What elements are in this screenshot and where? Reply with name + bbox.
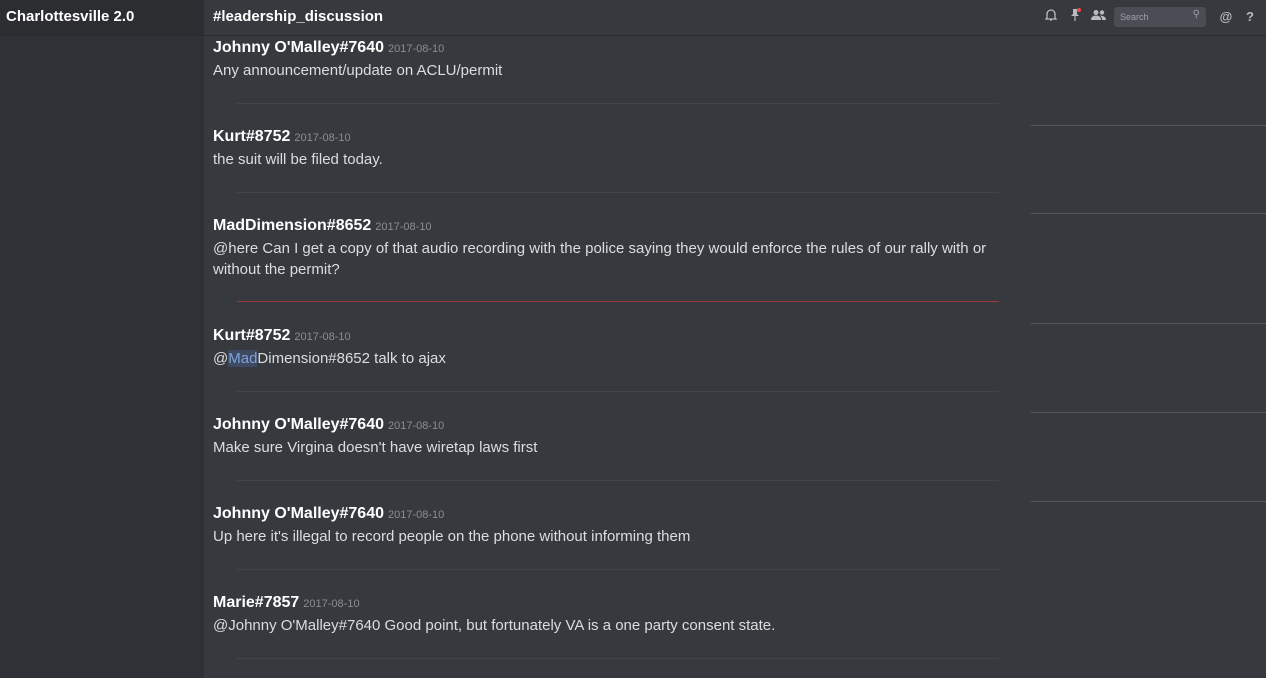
message-author[interactable]: Kurt#8752 (213, 327, 290, 344)
message-divider (237, 569, 999, 570)
message-timestamp: 2017-08-10 (294, 331, 351, 343)
message-author[interactable]: MadDimension#8652 (213, 217, 371, 234)
panel-divider (1031, 323, 1266, 324)
message-author[interactable]: Johnny O'Malley#7640 (213, 416, 384, 433)
pin-icon[interactable] (1066, 8, 1084, 26)
message-divider (237, 103, 999, 104)
server-name[interactable]: Charlottesville 2.0 (0, 0, 204, 36)
message-timestamp: 2017-08-10 (388, 43, 445, 55)
message-author[interactable]: Marie#7857 (213, 594, 299, 611)
message[interactable]: Marie#7857 2017-08-10 @Johnny O'Malley#76… (213, 591, 1028, 671)
message-text: @MadDimension#8652 talk to ajax (213, 348, 1028, 369)
message[interactable]: Johnny O'Malley#7640 2017-08-10 Up here i… (213, 502, 1028, 591)
message-text: the suit will be filed today. (213, 151, 383, 168)
message-timestamp: 2017-08-10 (388, 509, 445, 521)
message-timestamp: 2017-08-10 (303, 598, 360, 610)
message-author[interactable]: Kurt#8752 (213, 128, 290, 145)
message-timestamp: 2017-08-10 (388, 420, 445, 432)
message-list: Johnny O'Malley#7640 2017-08-10 Any annou… (213, 36, 1028, 671)
mention-rest: Dimension#8652 talk to ajax (257, 350, 446, 367)
channel-header: #leadership_discussion ⚲ @ ? (204, 0, 1266, 36)
search-input[interactable] (1120, 7, 1186, 27)
search-icon: ⚲ (1192, 9, 1200, 20)
message[interactable]: Kurt#8752 2017-08-10 @MadDimension#8652 t… (213, 324, 1028, 413)
message[interactable]: MadDimension#8652 2017-08-10 @here Can I … (213, 214, 1028, 324)
panel-divider (1031, 213, 1266, 214)
channel-title: #leadership_discussion (213, 8, 384, 25)
message[interactable]: Johnny O'Malley#7640 2017-08-10 Make sure… (213, 413, 1028, 502)
search-field[interactable]: ⚲ (1114, 7, 1206, 27)
message-text: Up here it's illegal to record people on… (213, 528, 691, 545)
message-author[interactable]: Johnny O'Malley#7640 (213, 39, 384, 56)
message-divider (237, 391, 999, 392)
message-text: Any announcement/update on ACLU/permit (213, 62, 503, 79)
help-icon[interactable]: ? (1241, 8, 1259, 26)
message-author[interactable]: Johnny O'Malley#7640 (213, 505, 384, 522)
bell-icon[interactable] (1042, 8, 1060, 26)
mention-at: @ (213, 350, 229, 367)
members-icon[interactable] (1090, 8, 1108, 26)
new-messages-divider (237, 301, 999, 302)
message[interactable]: Johnny O'Malley#7640 2017-08-10 Any annou… (213, 36, 1028, 125)
message-divider (237, 480, 999, 481)
message-timestamp: 2017-08-10 (375, 221, 432, 233)
message-text: @here Can I get a copy of that audio rec… (213, 240, 987, 278)
panel-divider (1031, 501, 1266, 502)
message-timestamp: 2017-08-10 (294, 132, 351, 144)
message[interactable]: Kurt#8752 2017-08-10 the suit will be fil… (213, 125, 1028, 214)
message-text: Make sure Virgina doesn't have wiretap l… (213, 439, 538, 456)
mention-icon[interactable]: @ (1217, 8, 1235, 26)
panel-divider (1031, 125, 1266, 126)
message-text: @Johnny O'Malley#7640 Good point, but fo… (213, 617, 776, 634)
panel-divider (1031, 412, 1266, 413)
message-divider (237, 658, 999, 659)
server-sidebar: Charlottesville 2.0 (0, 0, 204, 678)
message-divider (237, 192, 999, 193)
selected-text-highlight[interactable]: Mad (228, 350, 258, 367)
